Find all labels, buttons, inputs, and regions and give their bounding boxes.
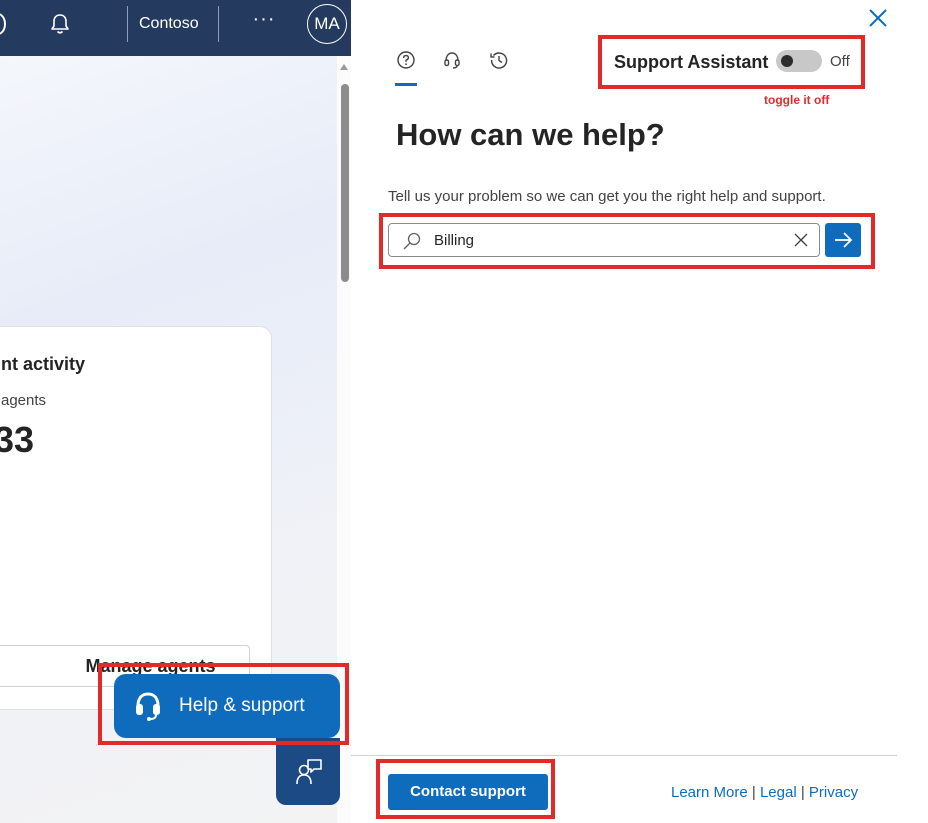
admin-center-app: Contoso ··· MA nt activity agents 33 Man… xyxy=(0,0,351,823)
search-submit-button[interactable] xyxy=(825,223,861,257)
history-icon xyxy=(490,52,508,69)
avatar[interactable]: MA xyxy=(307,4,347,44)
headset-icon xyxy=(444,52,460,69)
annotation-text: toggle it off xyxy=(764,93,830,107)
scrollbar-thumb[interactable] xyxy=(341,84,349,282)
bell-icon[interactable] xyxy=(48,12,72,36)
search-icon xyxy=(403,232,421,250)
support-assistant-label: Support Assistant xyxy=(614,52,769,72)
arrow-right-icon xyxy=(835,232,853,248)
support-assistant-toggle[interactable] xyxy=(776,50,822,72)
headset-icon xyxy=(136,692,160,721)
link-separator: | xyxy=(751,784,756,801)
help-description: Tell us your problem so we can get you t… xyxy=(388,188,826,205)
feedback-button[interactable] xyxy=(276,738,340,805)
card-subtitle: agents xyxy=(1,392,47,409)
card-count: 33 xyxy=(0,419,35,460)
toggle-knob xyxy=(781,55,793,67)
close-icon[interactable] xyxy=(868,8,888,28)
help-circle-icon xyxy=(397,51,415,69)
tab-history[interactable] xyxy=(489,50,509,70)
organization-name[interactable]: Contoso xyxy=(139,15,199,33)
divider xyxy=(127,6,128,42)
footer-links: Learn More | Legal | Privacy xyxy=(671,784,858,801)
more-options-button[interactable]: ··· xyxy=(248,8,280,38)
link-separator: | xyxy=(800,784,805,801)
help-panel: Support Assistant Off toggle it off How … xyxy=(351,0,928,823)
search-input[interactable]: Billing xyxy=(434,232,474,249)
top-navigation-bar: Contoso ··· MA xyxy=(0,0,351,56)
active-tab-indicator xyxy=(395,83,417,86)
card-title: nt activity xyxy=(1,354,86,374)
divider xyxy=(218,6,219,42)
agent-activity-card: nt activity agents 33 Manage agents xyxy=(0,326,272,710)
tab-help[interactable] xyxy=(396,50,416,70)
toggle-state-label: Off xyxy=(830,53,850,70)
help-and-support-button[interactable]: Help & support xyxy=(114,674,340,738)
footer-divider xyxy=(351,755,897,756)
scroll-up-icon[interactable] xyxy=(340,64,348,70)
partial-icon[interactable] xyxy=(0,13,6,35)
help-button-label: Help & support xyxy=(179,695,305,716)
contact-support-button[interactable]: Contact support xyxy=(388,774,548,810)
page-title: How can we help? xyxy=(396,117,665,152)
tab-support[interactable] xyxy=(442,50,462,70)
privacy-link[interactable]: Privacy xyxy=(809,784,858,801)
search-field[interactable]: Billing xyxy=(388,223,820,257)
learn-more-link[interactable]: Learn More xyxy=(671,784,748,801)
legal-link[interactable]: Legal xyxy=(760,784,797,801)
feedback-icon xyxy=(296,759,322,785)
clear-icon[interactable] xyxy=(794,233,808,247)
